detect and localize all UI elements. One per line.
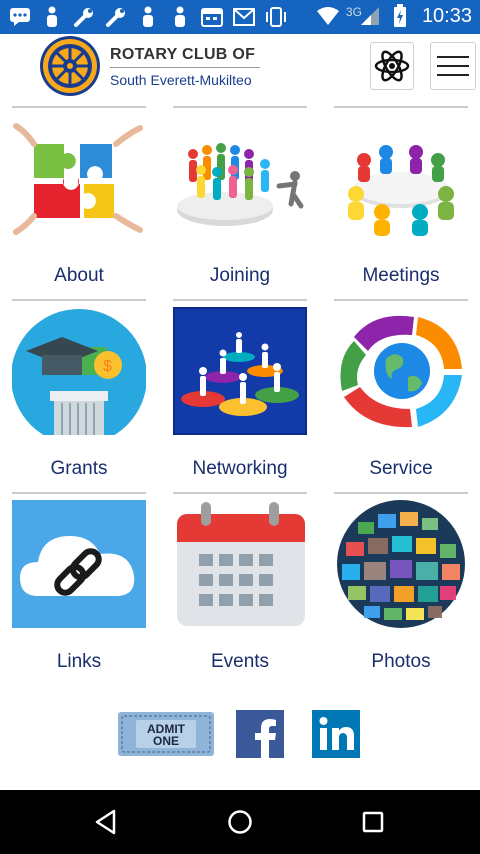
networking-image	[173, 307, 307, 435]
wifi-icon	[316, 4, 340, 28]
facebook-icon	[236, 710, 284, 758]
linkedin-icon	[312, 710, 360, 758]
battery-icon	[388, 4, 412, 28]
tile-label: Grants	[50, 458, 108, 479]
svg-text:ONE: ONE	[153, 734, 179, 748]
title-divider	[110, 67, 260, 68]
admit-one-ticket-button[interactable]: ADMIT ONE	[118, 710, 214, 762]
tile-divider	[173, 492, 307, 494]
home-icon	[228, 810, 252, 834]
tile-divider	[12, 492, 146, 494]
grants-image: $	[12, 307, 146, 435]
tile-label: Meetings	[362, 265, 440, 286]
tile-label: Networking	[192, 458, 288, 479]
menu-bar	[437, 56, 469, 58]
meeting-table-image	[334, 114, 468, 242]
atom-button[interactable]	[370, 42, 414, 90]
recents-button[interactable]	[357, 806, 389, 838]
service-globe-image	[334, 307, 468, 435]
calendar-icon	[200, 5, 224, 29]
system-status: 3G 10:33	[316, 4, 472, 28]
calendar-image	[173, 500, 307, 628]
tile-label: Service	[369, 458, 433, 479]
wrench-icon	[72, 5, 96, 29]
group-join-image	[173, 114, 307, 242]
svg-text:$: $	[103, 358, 112, 375]
wrench-icon	[104, 5, 128, 29]
chat-icon	[8, 5, 32, 29]
tile-divider	[12, 106, 146, 108]
back-icon	[95, 809, 116, 835]
linkedin-button[interactable]	[312, 710, 360, 762]
rotary-logo[interactable]	[38, 34, 102, 98]
back-button[interactable]	[90, 806, 122, 838]
tile-label: Events	[210, 651, 270, 672]
tile-divider	[173, 299, 307, 301]
notification-icons	[8, 5, 288, 29]
tile-divider	[173, 106, 307, 108]
photo-globe-image	[334, 500, 468, 628]
facebook-button[interactable]	[236, 710, 284, 762]
tile-label: Links	[56, 651, 102, 672]
menu-bar	[437, 74, 469, 76]
club-subtitle: South Everett-Mukilteo	[110, 72, 252, 88]
tile-divider	[12, 299, 146, 301]
tile-divider	[334, 299, 468, 301]
atom-icon	[374, 50, 410, 82]
signal-icon	[358, 4, 382, 28]
person-icon	[40, 5, 64, 29]
person-icon	[136, 5, 160, 29]
home-button[interactable]	[224, 806, 256, 838]
tile-label: Joining	[209, 265, 271, 286]
cloud-link-image	[12, 500, 146, 628]
tile-divider	[334, 106, 468, 108]
vibrate-icon	[264, 5, 288, 29]
tile-divider	[334, 492, 468, 494]
person-icon	[168, 5, 192, 29]
menu-bar	[437, 65, 469, 67]
recents-icon	[362, 811, 384, 833]
tile-label: About	[54, 265, 104, 286]
clock: 10:33	[421, 4, 472, 27]
puzzle-image	[12, 114, 146, 242]
mail-icon	[232, 5, 256, 29]
status-bar: 3G 10:33	[0, 0, 480, 34]
app-header: ROTARY CLUB OF South Everett-Mukilteo	[0, 34, 480, 102]
club-title: ROTARY CLUB OF	[110, 46, 256, 63]
hamburger-menu-button[interactable]	[430, 42, 476, 90]
tile-label: Photos	[371, 651, 431, 672]
android-nav-bar	[0, 790, 480, 854]
